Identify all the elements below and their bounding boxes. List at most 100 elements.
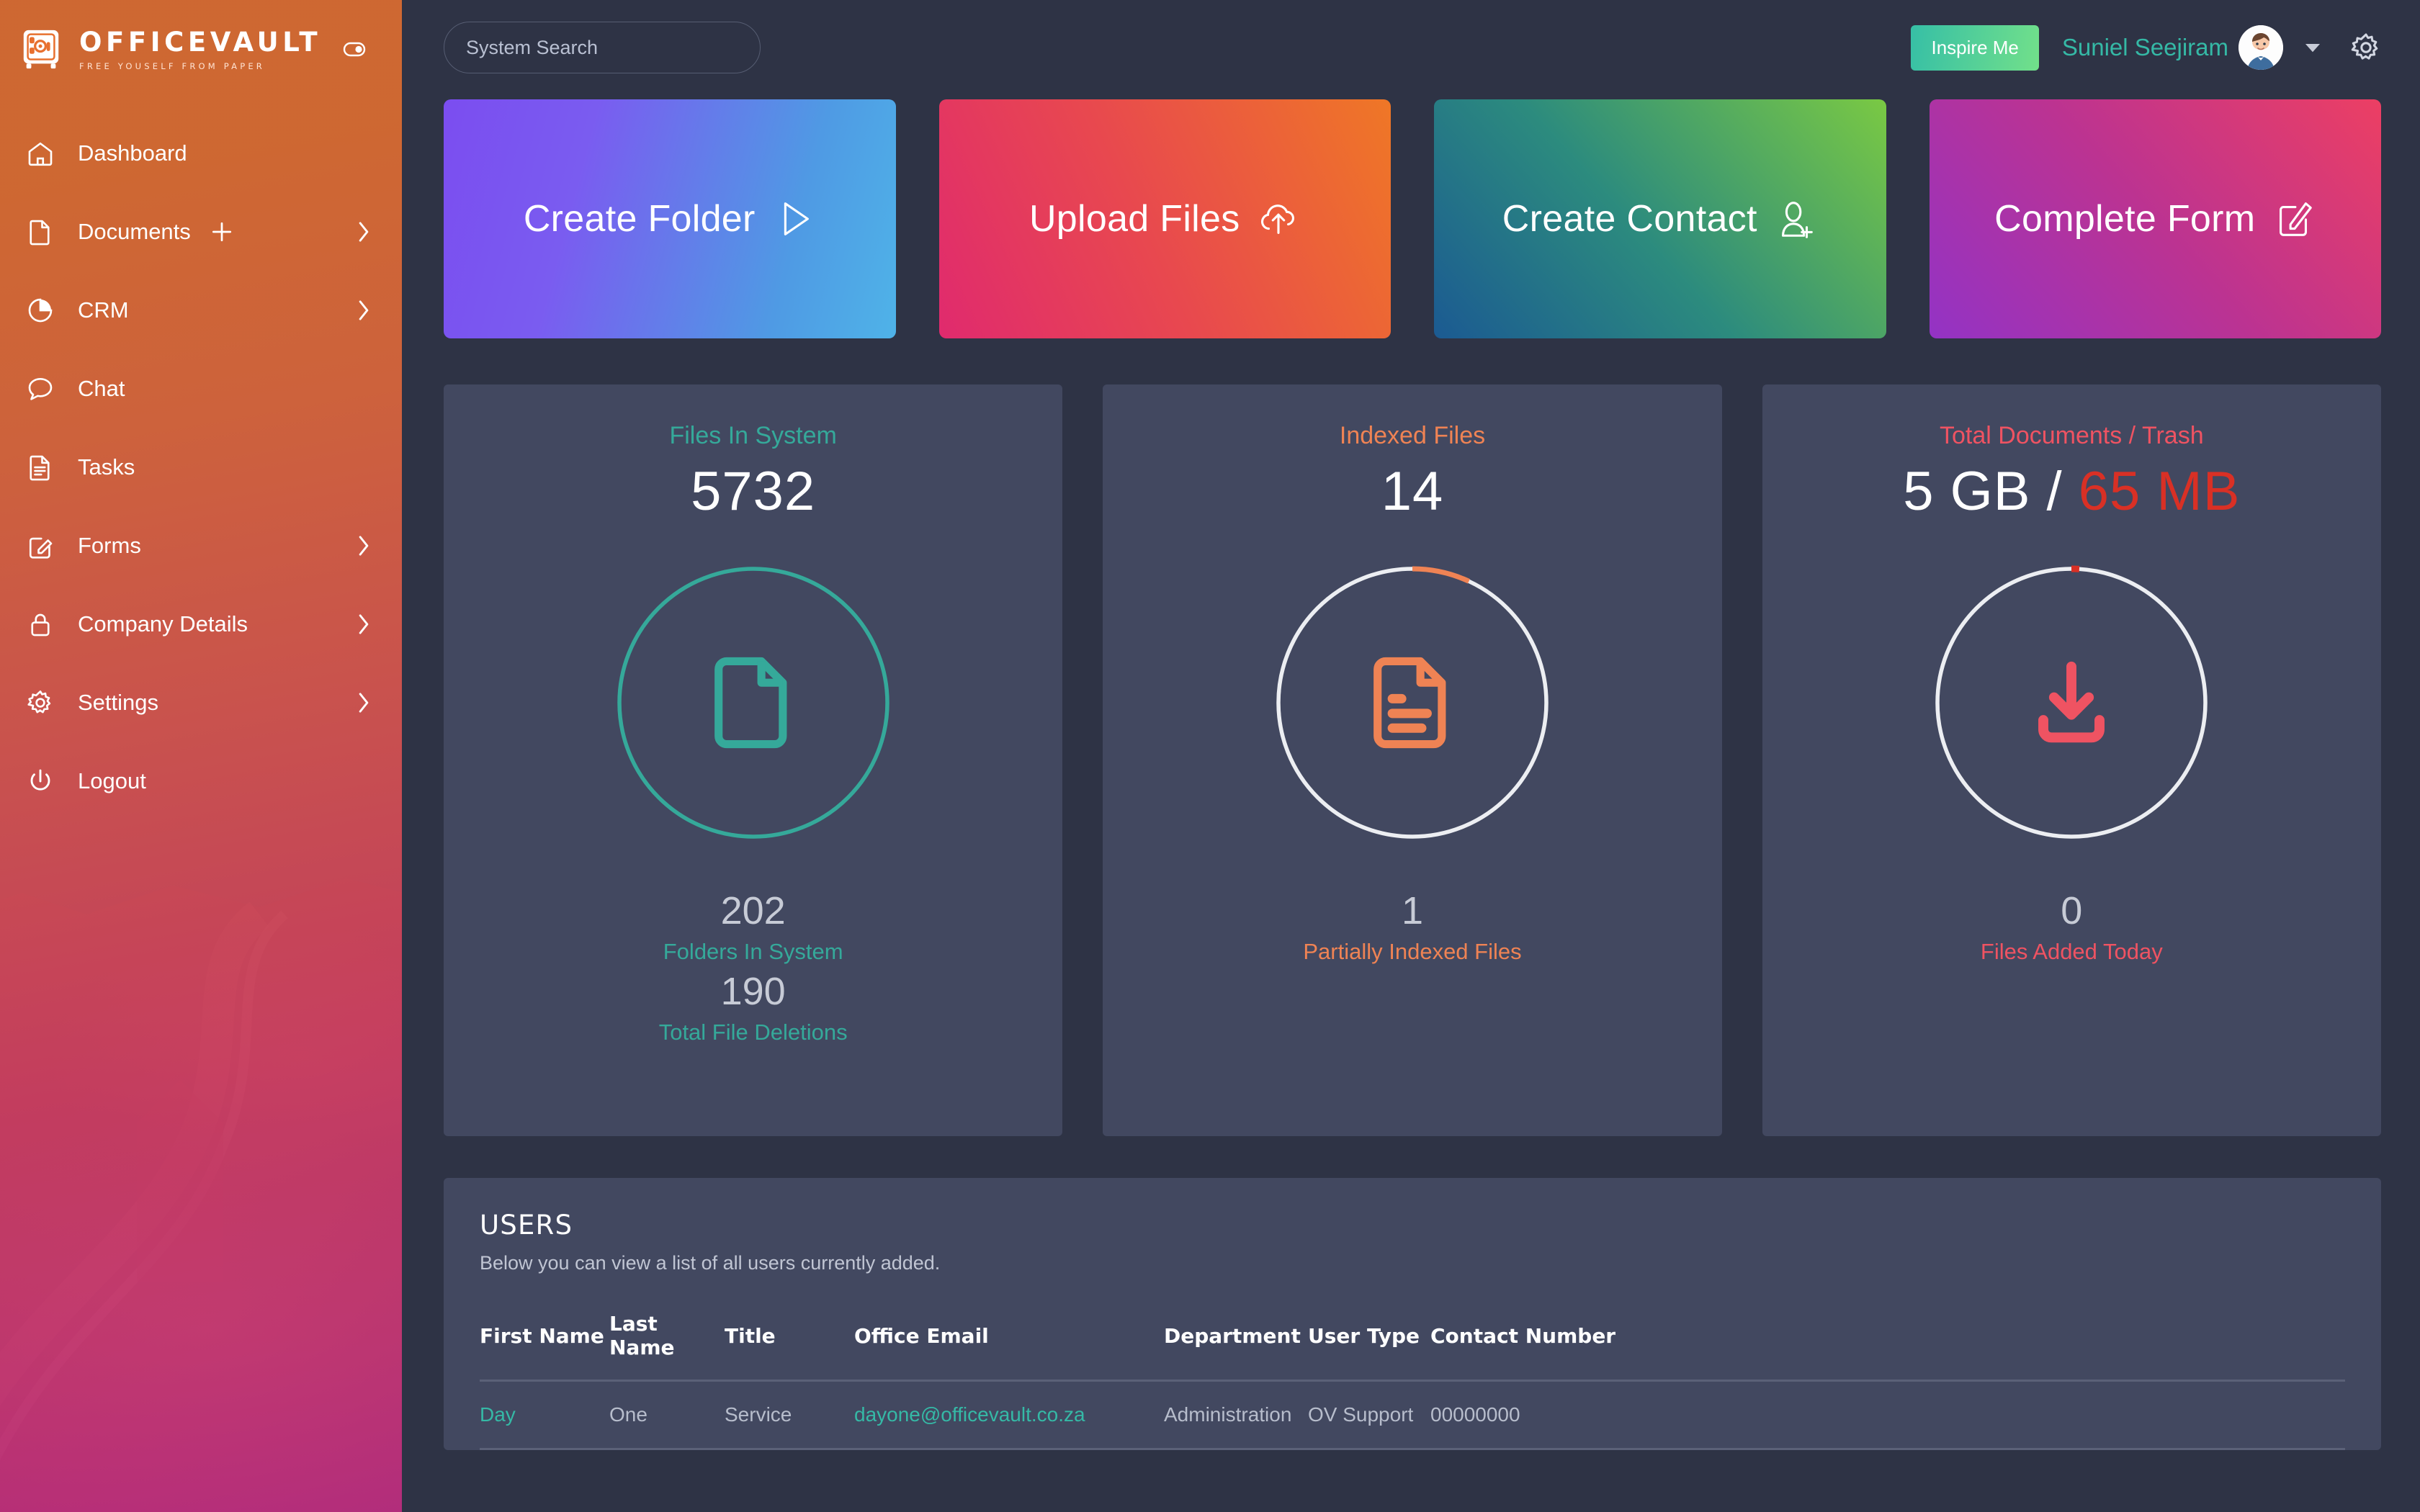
sidebar-item-label: Documents <box>78 218 191 244</box>
card-value-secondary: 65 MB <box>2078 461 2241 522</box>
sidebar-item-dashboard[interactable]: Dashboard <box>0 114 402 192</box>
sidebar-item-label: Forms <box>78 532 141 558</box>
cell-office-email[interactable]: dayone@officevault.co.za <box>854 1380 1164 1450</box>
sidebar-item-documents[interactable]: Documents <box>0 192 402 271</box>
chevron-right-icon[interactable] <box>356 534 373 558</box>
sidebar-item-forms[interactable]: Forms <box>0 506 402 585</box>
card-sub-value: 202 <box>720 889 786 932</box>
sidebar-nav: Dashboard Documents CRM Chat Tasks Forms… <box>0 114 402 820</box>
gear-icon[interactable] <box>2349 31 2383 64</box>
progress-ring <box>1930 562 2213 844</box>
users-table: First Name Last Name Title Office Email … <box>480 1292 2345 1450</box>
card-title: Indexed Files <box>1339 422 1486 449</box>
card-value-separator: / <box>2030 461 2079 522</box>
main-content: Inspire Me Suniel Seejiram <box>402 0 2420 1512</box>
vault-safe-icon <box>23 30 59 69</box>
chevron-down-icon[interactable] <box>2302 37 2323 58</box>
column-header-last-name[interactable]: Last Name <box>609 1292 725 1382</box>
sidebar-item-label: Company Details <box>78 611 248 636</box>
upload-files-card[interactable]: Upload Files <box>938 99 1391 338</box>
cell-last-name: One <box>609 1380 725 1450</box>
stat-cards: Files In System 5732 202 Folders In Syst… <box>402 338 2420 1136</box>
indexed-document-icon <box>1369 656 1456 750</box>
task-list-icon <box>26 451 59 484</box>
card-label: Upload Files <box>1028 198 1240 240</box>
brand-tagline: FREE YOUSELF FROM PAPER <box>79 61 265 71</box>
chevron-right-icon[interactable] <box>356 220 373 244</box>
user-plus-icon <box>1773 197 1818 241</box>
card-sub-label: Folders In System <box>663 939 843 964</box>
column-header-first-name[interactable]: First Name <box>480 1292 609 1382</box>
chevron-right-icon[interactable] <box>356 298 373 323</box>
brand-logo[interactable]: OFFICEVAULT FREE YOUSELF FROM PAPER <box>0 0 402 75</box>
sidebar-item-company-details[interactable]: Company Details <box>0 585 402 663</box>
progress-ring <box>612 562 895 844</box>
column-header-title[interactable]: Title <box>725 1292 854 1382</box>
inspire-me-button[interactable]: Inspire Me <box>1911 24 2039 71</box>
table-header-row: First Name Last Name Title Office Email … <box>480 1292 2345 1382</box>
indexed-files-card: Indexed Files 14 1 Partially Indexed Fil… <box>1103 384 1722 1136</box>
cloud-upload-icon <box>1256 197 1301 241</box>
complete-form-card[interactable]: Complete Form <box>1929 99 2381 338</box>
card-sub-value: 0 <box>2061 889 2083 932</box>
card-label: Complete Form <box>1994 198 2256 240</box>
sidebar-item-label: Tasks <box>78 454 135 480</box>
gear-icon <box>26 686 59 719</box>
cell-first-name[interactable]: Day <box>480 1380 609 1450</box>
sidebar-item-crm[interactable]: CRM <box>0 271 402 349</box>
progress-ring <box>1271 562 1554 844</box>
top-bar-right: Inspire Me Suniel Seejiram <box>1911 24 2383 71</box>
document-icon <box>26 215 59 248</box>
lock-icon <box>26 608 59 641</box>
cell-contact-number: 00000000 <box>1430 1380 2345 1450</box>
sidebar-item-label: Chat <box>78 375 125 401</box>
card-sub-value-2: 190 <box>720 970 786 1013</box>
card-label: Create Contact <box>1502 198 1757 240</box>
cell-department: Administration <box>1164 1380 1308 1450</box>
edit-square-icon <box>26 529 59 562</box>
sidebar-item-logout[interactable]: Logout <box>0 742 402 820</box>
power-icon <box>26 765 59 798</box>
chevron-right-icon[interactable] <box>356 612 373 636</box>
chevron-right-icon[interactable] <box>356 690 373 715</box>
sidebar-item-tasks[interactable]: Tasks <box>0 428 402 506</box>
avatar[interactable] <box>2238 25 2283 70</box>
search-input[interactable] <box>444 22 761 73</box>
home-icon <box>26 137 59 170</box>
sidebar-item-label: Settings <box>78 689 159 715</box>
quick-actions: Create Folder Upload Files Create Contac… <box>402 95 2420 338</box>
card-value: 14 <box>1381 461 1444 522</box>
total-documents-trash-card: Total Documents / Trash 5 GB / 65 MB 0 F… <box>1762 384 2381 1136</box>
cell-user-type: OV Support <box>1308 1380 1430 1450</box>
sidebar: OFFICEVAULT FREE YOUSELF FROM PAPER Dash… <box>0 0 402 1512</box>
edit-square-icon <box>2271 197 2316 241</box>
chat-bubble-icon <box>26 372 59 405</box>
sidebar-item-chat[interactable]: Chat <box>0 349 402 428</box>
column-header-department[interactable]: Department <box>1164 1292 1308 1382</box>
user-name-label[interactable]: Suniel Seejiram <box>2062 34 2228 61</box>
sidebar-item-settings[interactable]: Settings <box>0 663 402 742</box>
top-bar: Inspire Me Suniel Seejiram <box>402 0 2420 95</box>
dashboard-app: OFFICEVAULT FREE YOUSELF FROM PAPER Dash… <box>0 0 2420 1512</box>
card-title: Total Documents / Trash <box>1940 422 2204 449</box>
create-contact-card[interactable]: Create Contact <box>1434 99 1886 338</box>
column-header-office-email[interactable]: Office Email <box>854 1292 1164 1382</box>
card-sub-value: 1 <box>1401 889 1424 932</box>
column-header-user-type[interactable]: User Type <box>1308 1292 1430 1382</box>
download-icon <box>2028 656 2115 750</box>
card-sub-label-2: Total File Deletions <box>658 1020 848 1045</box>
sidebar-toggle-icon[interactable] <box>340 35 369 63</box>
card-value: 5732 <box>691 461 816 522</box>
table-row[interactable]: Day One Service dayone@officevault.co.za… <box>480 1380 2345 1450</box>
column-header-contact[interactable]: Contact Number <box>1430 1292 2345 1382</box>
card-value: 5 GB / 65 MB <box>1903 460 2240 523</box>
add-document-icon[interactable] <box>210 220 234 244</box>
card-value-primary: 5 GB <box>1903 461 2031 522</box>
card-title: Files In System <box>669 422 837 449</box>
card-sub-label: Partially Indexed Files <box>1303 939 1522 964</box>
sidebar-item-label: CRM <box>78 297 129 323</box>
users-subtitle: Below you can view a list of all users c… <box>480 1252 941 1274</box>
users-panel: USERS Below you can view a list of all u… <box>444 1178 2381 1450</box>
card-label: Create Folder <box>523 198 756 240</box>
create-folder-card[interactable]: Create Folder <box>444 99 896 338</box>
